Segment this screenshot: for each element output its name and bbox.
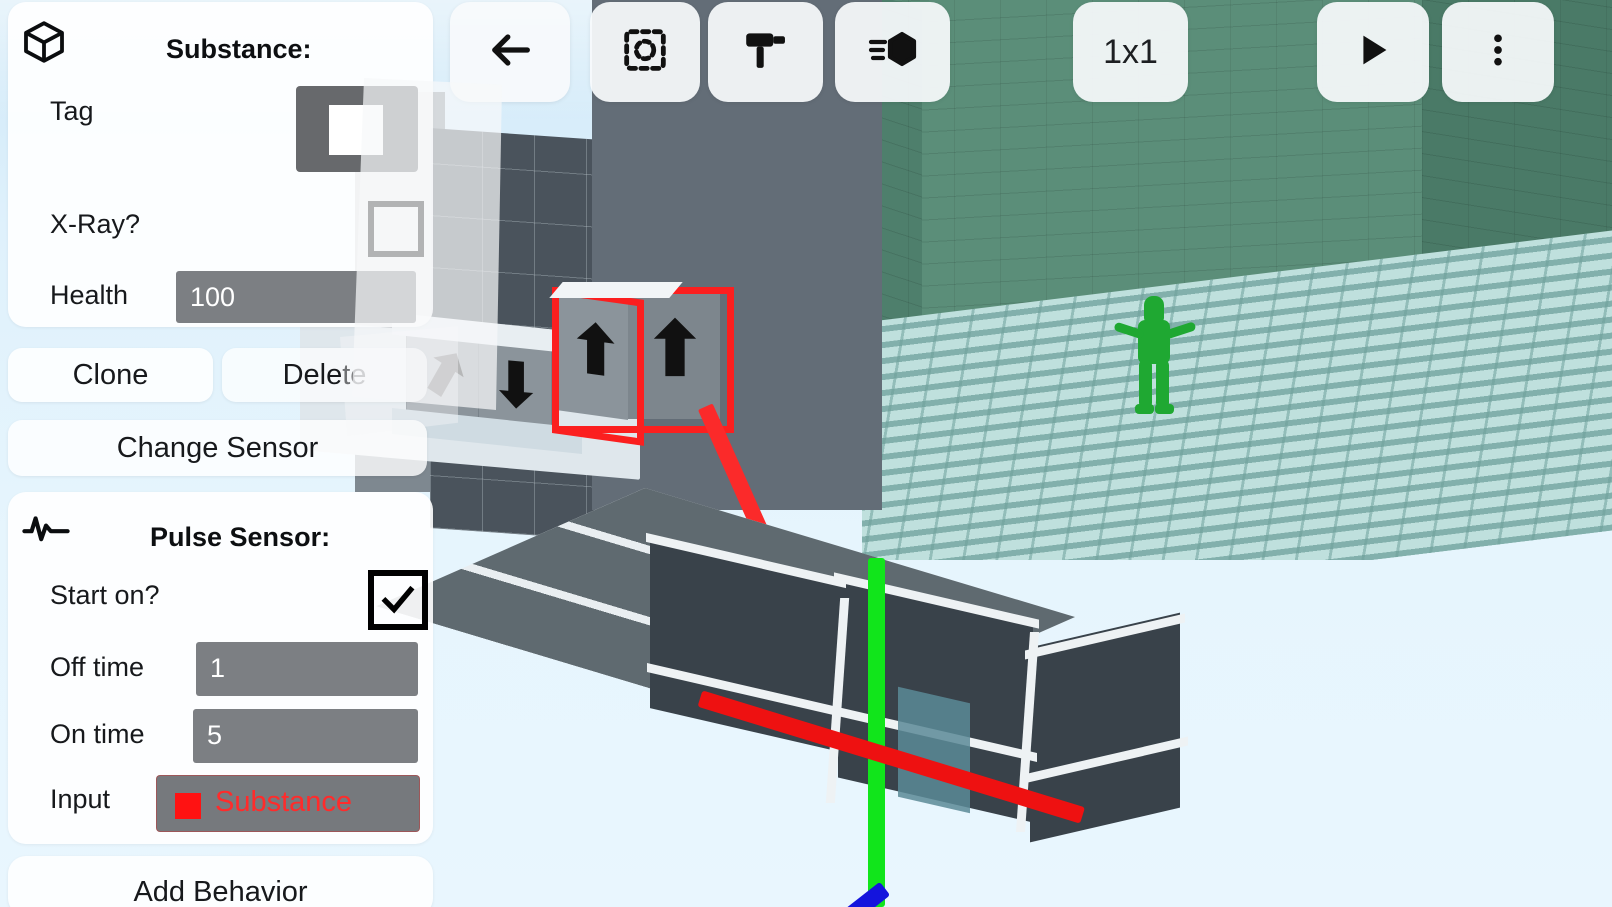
input-entity-button[interactable]: Substance — [156, 775, 420, 832]
cube-list-icon — [867, 24, 919, 81]
arrow-left-icon — [484, 24, 536, 81]
off-time-label: Off time — [50, 652, 145, 682]
health-value: 100 — [190, 282, 236, 312]
health-field[interactable]: 100 — [176, 271, 416, 323]
clone-button[interactable]: Clone — [8, 348, 213, 402]
arrow-down-icon: ⬆ — [491, 346, 542, 419]
input-label: Input — [50, 784, 111, 814]
tag-color-swatch — [329, 105, 383, 155]
on-time-field[interactable]: 5 — [193, 709, 418, 763]
start-on-label: Start on? — [50, 580, 160, 610]
on-time-value: 5 — [207, 720, 223, 750]
pulse-title: Pulse Sensor: — [150, 522, 331, 552]
dashed-select-icon — [620, 25, 670, 80]
paint-button[interactable] — [708, 2, 823, 102]
glass-block-face — [898, 686, 970, 814]
xray-checkbox[interactable] — [368, 201, 424, 257]
brush-size-button[interactable]: 1x1 — [1073, 2, 1188, 102]
on-time-label: On time — [50, 719, 145, 749]
app-root: ⬆ ⬆ ⬆ ⬆ 1x1 Substance: Tag X-Ray? Health… — [0, 0, 1612, 907]
input-entity-label: Substance — [215, 786, 353, 818]
pulse-icon — [22, 508, 70, 553]
input-color-swatch — [175, 793, 201, 819]
play-button[interactable] — [1317, 2, 1429, 102]
back-button[interactable] — [450, 2, 570, 102]
play-icon — [1350, 27, 1396, 78]
off-time-value: 1 — [210, 653, 226, 683]
xray-label: X-Ray? — [50, 209, 141, 239]
left-properties-panel: Substance: Tag X-Ray? Health 100 Clone D… — [0, 0, 437, 907]
select-button[interactable] — [590, 2, 700, 102]
health-label: Health — [50, 280, 129, 310]
tag-color-swatch-button[interactable] — [296, 86, 418, 172]
selection-top-face — [549, 282, 683, 298]
more-vertical-icon — [1478, 27, 1518, 78]
paint-roller-icon — [741, 25, 791, 80]
delete-button[interactable]: Delete — [222, 348, 427, 402]
clone-label: Clone — [72, 358, 149, 391]
off-time-field[interactable]: 1 — [196, 642, 418, 696]
substance-card: Substance: Tag X-Ray? Health 100 — [8, 2, 433, 327]
add-behavior-label: Add Behavior — [133, 875, 308, 907]
change-sensor-label: Change Sensor — [116, 431, 319, 464]
overflow-button[interactable] — [1442, 2, 1554, 102]
change-sensor-button[interactable]: Change Sensor — [8, 420, 427, 476]
brush-size-label: 1x1 — [1103, 32, 1158, 71]
cube-icon — [20, 18, 68, 71]
add-behavior-button[interactable]: Add Behavior — [8, 856, 433, 907]
gizmo-axis-y[interactable] — [868, 558, 885, 907]
tag-label: Tag — [50, 96, 94, 126]
selection-outline-skew — [552, 287, 644, 446]
substance-title: Substance: — [166, 34, 312, 64]
pulse-sensor-card: Pulse Sensor: Start on? Off time 1 On ti… — [8, 492, 433, 844]
substance-button[interactable] — [835, 2, 950, 102]
player-character[interactable] — [1108, 296, 1208, 416]
stone-platform[interactable] — [376, 460, 1188, 907]
delete-label: Delete — [282, 358, 367, 391]
start-on-checkbox[interactable] — [368, 570, 428, 630]
